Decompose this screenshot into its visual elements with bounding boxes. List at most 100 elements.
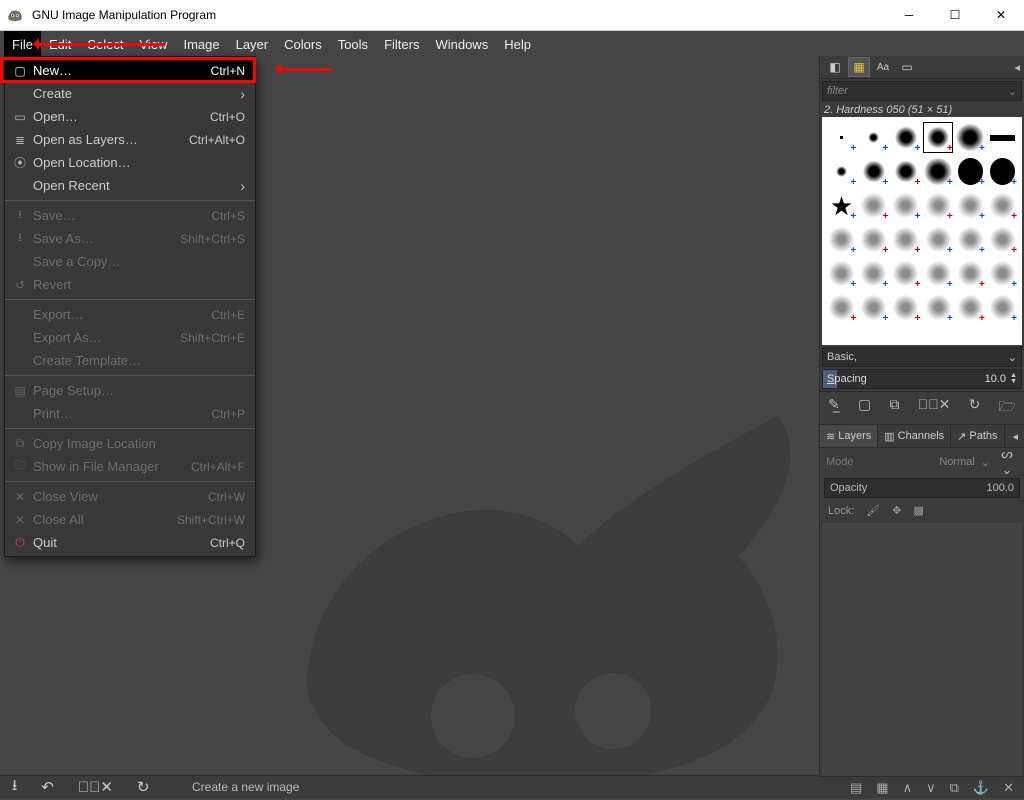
raise-layer-icon[interactable]: ∧	[903, 780, 913, 796]
menu-item-icon: ▢	[11, 64, 29, 78]
menu-item-open[interactable]: ▭Open…Ctrl+O	[5, 105, 255, 128]
menu-item-label: Revert	[33, 277, 245, 292]
layers-list[interactable]	[822, 523, 1022, 776]
anchor-layer-icon[interactable]: ⚓	[973, 780, 989, 796]
window-close-button[interactable]: ✕	[978, 0, 1024, 30]
brush-cell[interactable]: +	[955, 257, 986, 290]
brush-cell[interactable]: +	[922, 223, 953, 256]
brush-cell[interactable]: +	[955, 223, 986, 256]
spacing-stepper[interactable]: ▲▼	[1010, 373, 1017, 385]
brush-cell[interactable]: +	[890, 121, 921, 154]
open-brush-icon[interactable]: 🗁	[999, 396, 1016, 420]
brush-cell[interactable]: +	[987, 155, 1018, 188]
tab-fonts-icon[interactable]: Aa	[872, 57, 894, 77]
brush-cell[interactable]: +	[922, 155, 953, 188]
tab-layers[interactable]: ≋Layers	[820, 425, 878, 447]
duplicate-layer-icon[interactable]: ⧉	[950, 780, 959, 796]
brush-spacing-slider[interactable]: Spacing 10.0 ▲▼	[822, 369, 1022, 389]
brush-cell[interactable]: +	[890, 257, 921, 290]
tab-history-icon[interactable]: ▭	[896, 57, 918, 77]
tab-patterns-icon[interactable]: ▦	[848, 57, 870, 77]
delete-layer-icon[interactable]: ✕	[1003, 780, 1014, 796]
brush-cell[interactable]: +	[890, 223, 921, 256]
brush-cell[interactable]: +	[858, 189, 889, 222]
window-maximize-button[interactable]: ☐	[932, 0, 978, 30]
brush-cell[interactable]: +	[890, 189, 921, 222]
new-layer-icon[interactable]: ▤	[850, 780, 862, 796]
menu-tools[interactable]: Tools	[330, 31, 376, 57]
menu-help[interactable]: Help	[496, 31, 539, 57]
menu-item-new[interactable]: ▢New…Ctrl+N	[5, 59, 255, 82]
menu-item-open-recent[interactable]: Open Recent›	[5, 174, 255, 197]
menu-image[interactable]: Image	[175, 31, 227, 57]
menu-item-quit[interactable]: ⏻QuitCtrl+Q	[5, 531, 255, 554]
brush-cell[interactable]: +	[987, 189, 1018, 222]
layer-opacity-slider[interactable]: Opacity 100.0	[824, 478, 1020, 498]
menu-item-export-as: Export As…Shift+Ctrl+E	[5, 326, 255, 349]
menu-separator	[5, 481, 255, 482]
brush-cell[interactable]: ★+	[826, 189, 857, 222]
annotation-new-arrow	[280, 68, 332, 71]
layer-group-icon[interactable]: ▦	[876, 780, 888, 796]
brush-cell[interactable]: +	[987, 257, 1018, 290]
menu-colors[interactable]: Colors	[276, 31, 330, 57]
menu-item-open-as-layers[interactable]: ≣Open as Layers…Ctrl+Alt+O	[5, 128, 255, 151]
brush-cell[interactable]: +	[858, 155, 889, 188]
brush-preset-select[interactable]: Basic, ⌄	[822, 347, 1022, 367]
tab-config-icon[interactable]: ◂	[1014, 61, 1020, 74]
undo-icon[interactable]: ↶	[41, 778, 54, 796]
brush-cell[interactable]: +	[826, 291, 857, 324]
brush-cell[interactable]: +	[955, 189, 986, 222]
brush-cell[interactable]: +	[987, 223, 1018, 256]
brush-cell[interactable]: +	[890, 291, 921, 324]
brush-cell[interactable]: +	[890, 155, 921, 188]
delete-brush-icon[interactable]: �⃞✕	[918, 396, 951, 420]
menu-item-open-location[interactable]: ⦿Open Location…	[5, 151, 255, 174]
lock-paint-icon[interactable]: 🖌	[866, 504, 880, 517]
brush-filter-input[interactable]: filter ⌄	[822, 81, 1022, 101]
tab-brushes-icon[interactable]: ◧	[824, 57, 846, 77]
delete-icon[interactable]: �⃞✕	[78, 778, 113, 796]
refresh-icon[interactable]: ↻	[137, 778, 150, 796]
menu-item-label: Page Setup…	[33, 383, 245, 398]
new-brush-icon[interactable]: ▢	[858, 396, 871, 420]
menu-filters[interactable]: Filters	[376, 31, 427, 57]
layers-config-icon[interactable]: ◂	[1006, 430, 1024, 443]
brush-cell[interactable]: +	[826, 155, 857, 188]
brush-grid[interactable]: +++++++++++★++++++++++++++++++++++++	[822, 117, 1022, 345]
menu-item-icon: ⭳	[11, 228, 29, 249]
brush-cell[interactable]: +	[858, 257, 889, 290]
layer-mode-switch-icon[interactable]: ᔕ ⌄	[996, 446, 1018, 478]
brush-cell[interactable]: +	[922, 121, 953, 154]
brush-cell[interactable]: +	[922, 291, 953, 324]
brush-cell[interactable]: +	[922, 257, 953, 290]
brush-cell[interactable]: +	[858, 223, 889, 256]
tab-paths[interactable]: ↗Paths	[951, 425, 1004, 447]
duplicate-brush-icon[interactable]: ⧉	[889, 396, 899, 420]
menu-item-shortcut: Ctrl+P	[211, 407, 245, 421]
brush-cell[interactable]: +	[922, 189, 953, 222]
tab-channels[interactable]: ▥Channels	[878, 425, 951, 447]
menu-layer[interactable]: Layer	[228, 31, 277, 57]
window-minimize-button[interactable]: ─	[886, 0, 932, 30]
lock-move-icon[interactable]: ✥	[892, 504, 901, 517]
brush-cell[interactable]: +	[858, 291, 889, 324]
brush-cell[interactable]: +	[826, 223, 857, 256]
brush-cell[interactable]: +	[955, 121, 986, 154]
menu-item-shortcut: Ctrl+O	[210, 110, 245, 124]
layer-mode-select[interactable]: Normal ⌄	[860, 456, 990, 469]
menu-windows[interactable]: Windows	[427, 31, 496, 57]
lower-layer-icon[interactable]: ∨	[926, 780, 936, 796]
lock-alpha-icon[interactable]: ▩	[913, 504, 923, 517]
brush-cell[interactable]: +	[955, 291, 986, 324]
brush-cell[interactable]: +	[987, 291, 1018, 324]
brush-cell[interactable]	[987, 121, 1018, 154]
menu-item-create[interactable]: Create›	[5, 82, 255, 105]
refresh-brush-icon[interactable]: ↻	[969, 396, 981, 420]
brush-cell[interactable]: +	[955, 155, 986, 188]
edit-brush-icon[interactable]: ✎̲	[828, 396, 840, 420]
brush-cell[interactable]: +	[826, 257, 857, 290]
brush-cell[interactable]: +	[858, 121, 889, 154]
brush-cell[interactable]: +	[826, 121, 857, 154]
download-icon[interactable]: ⭳	[12, 775, 17, 800]
